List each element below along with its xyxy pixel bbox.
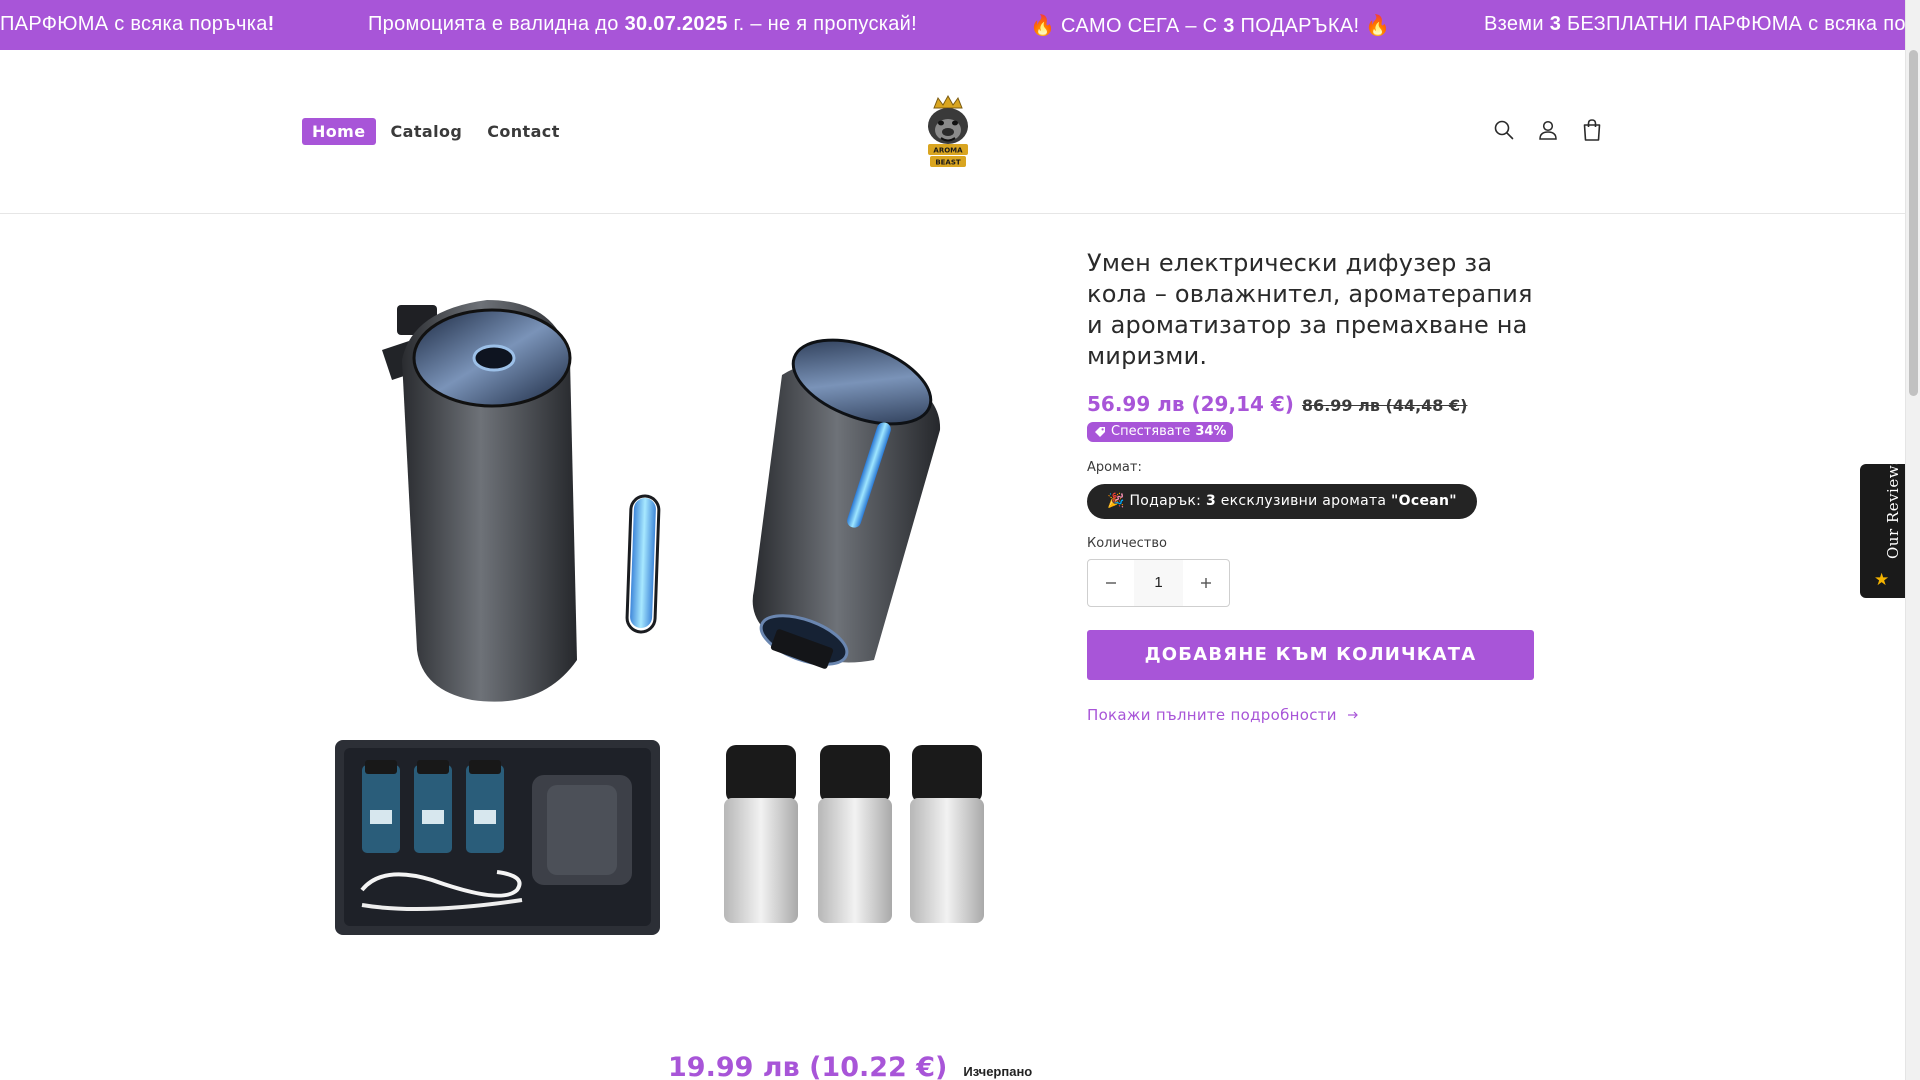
star-icon: ★ [1874,570,1890,589]
full-details-label: Покажи пълните подробности [1087,705,1337,724]
badge-label: Спестявате [1111,424,1191,439]
reviews-side-tab[interactable]: Our Reviews ★ [1860,457,1905,598]
product-title: Умен електрически дифузер за кола – овла… [1087,249,1533,370]
quantity-increase-button[interactable] [1183,560,1229,606]
tag-icon [1095,426,1105,437]
sale-price: 56.99 лв (29,14 €) [1087,392,1294,416]
main-nav: Home Catalog Contact [302,118,575,145]
search-icon [1494,120,1514,140]
announcement-message: Промоцията е валидна до 30.07.2025 г. – … [368,13,918,35]
reviews-tab-label: Our Reviews [1884,456,1902,559]
nav-item-home[interactable]: Home [302,118,376,145]
quantity-label: Количество [1087,535,1167,551]
nav-item-contact[interactable]: Contact [477,118,570,145]
sticky-price: 19.99 лв (10.22 €) [668,1052,948,1080]
aroma-bottles [724,745,984,923]
svg-text:AROMA: AROMA [933,147,963,155]
diffuser-large [382,300,661,702]
header-actions [1490,116,1606,144]
quantity-input[interactable]: 1 [1134,559,1183,606]
badge-value: 34% [1195,424,1227,439]
full-details-link[interactable]: Покажи пълните подробности [1087,706,1534,724]
nav-item-catalog[interactable]: Catalog [381,118,473,145]
account-button[interactable] [1534,116,1562,144]
plus-icon [1201,577,1211,588]
product-info: Умен електрически дифузер за кола – овла… [1087,248,1534,724]
minus-icon [1106,581,1116,584]
regular-price: 86.99 лв (44,48 €) [1301,396,1468,415]
quantity-decrease-button[interactable] [1088,560,1134,606]
aroma-label: Аромат: [1087,459,1142,475]
arrow-right-icon [1347,711,1358,718]
scrollbar-thumb[interactable] [1909,50,1918,396]
search-button[interactable] [1490,116,1518,144]
cart-icon [1583,119,1601,141]
site-header: Home Catalog Contact AROMA BEAST [0,50,1905,214]
svg-text:BEAST: BEAST [935,159,961,167]
aroma-option-pill[interactable]: 🎉 Подарък: 3 ексклузивни аромата "Ocean" [1087,483,1477,519]
discount-badge: Спестявате 34% [1087,422,1234,442]
gorilla-logo-icon: AROMA BEAST [928,94,968,167]
product-image [335,300,984,935]
quantity-stepper: 1 [1087,558,1230,607]
sold-out-label: Изчерпано [963,1064,1033,1079]
add-to-cart-button[interactable]: ДОБАВЯНЕ КЪМ КОЛИЧКАТА [1087,629,1534,680]
store-logo[interactable]: AROMA BEAST [920,94,976,170]
diffuser-small [752,338,941,669]
announcement-bar: ПАРФЮМА с всяка поръчка! Промоцията е ва… [0,0,1905,50]
announcement-message: Вземи 3 БЕЗПЛАТНИ ПАРФЮМА с всяка пор [1484,13,1905,35]
page-scrollbar[interactable] [1905,0,1920,1080]
cart-button[interactable] [1578,116,1606,144]
account-icon [1539,120,1557,140]
gift-box [335,740,660,935]
announcement-message: ПАРФЮМА с всяка поръчка! [0,13,275,35]
price-row: 56.99 лв (29,14 €) 86.99 лв (44,48 €) [1087,392,1534,416]
announcement-message: 🔥 САМО СЕГА – С 3 ПОДАРЪКА! 🔥 [1030,15,1391,37]
product-gallery[interactable] [302,270,1022,950]
sticky-product-bar: 19.99 лв (10.22 €) Изчерпано [668,1052,1032,1080]
